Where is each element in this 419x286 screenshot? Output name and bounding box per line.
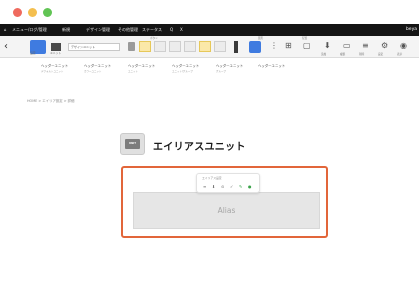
format-box-6[interactable] bbox=[214, 41, 226, 52]
app-window: ⌂ メニュー/ログ/管理 新規 デザイン管理 その他管理 ステータス Q X b… bbox=[0, 0, 419, 286]
alias-settings-popup[interactable]: エイリアス設定 ≡ ⬇ ⊙ ✓ ✎ ● bbox=[196, 173, 260, 193]
alias-label: Alias bbox=[217, 206, 236, 215]
popup-check-icon[interactable]: ✓ bbox=[230, 183, 233, 191]
format-box-4[interactable] bbox=[184, 41, 196, 52]
menu-item-status[interactable]: ステータス bbox=[142, 24, 162, 36]
menu-item-new[interactable]: 新規 bbox=[62, 24, 70, 36]
divider-tool-icon[interactable] bbox=[234, 41, 238, 53]
ribbon-group-label-shapes: 図形 bbox=[258, 37, 264, 40]
menu-search-icon[interactable]: Q bbox=[170, 24, 173, 36]
unit-tab-label: ヘッダーユニット bbox=[41, 64, 69, 68]
menu-item-other[interactable]: その他管理 bbox=[118, 24, 138, 36]
popup-edit-icon[interactable]: ✎ bbox=[239, 183, 242, 191]
unit-tab-sub: デフォルトユニット bbox=[41, 70, 64, 73]
menu-home-icon[interactable]: ⌂ bbox=[4, 24, 7, 36]
unit-title: エイリアスユニット bbox=[153, 142, 246, 153]
unit-tab-sub: グループ bbox=[216, 70, 226, 73]
format-box-2[interactable] bbox=[154, 41, 166, 52]
format-box-3[interactable] bbox=[169, 41, 181, 52]
popup-tool-row: ≡ ⬇ ⊙ ✓ ✎ ● bbox=[203, 183, 257, 191]
alias-block[interactable]: Alias bbox=[133, 192, 320, 229]
style-select[interactable]: デザインユニット bbox=[68, 43, 120, 51]
unit-tab-4[interactable]: ヘッダーユニット ユニット/グループ bbox=[172, 63, 199, 73]
unit-tab-sub: カラーユニット bbox=[84, 70, 102, 73]
frame-icon[interactable]: ▢ bbox=[303, 41, 311, 51]
unit-tab-5[interactable]: ヘッダーユニット グループ bbox=[216, 63, 243, 73]
unit-tab-1[interactable]: ヘッダーユニット デフォルトユニット bbox=[41, 63, 68, 73]
window-titlebar bbox=[0, 0, 419, 24]
unit-tab-2[interactable]: ヘッダーユニット カラーユニット bbox=[84, 63, 111, 73]
unit-icon-badge: UNIT bbox=[125, 139, 140, 149]
ribbon-caption-unit: ユニット bbox=[50, 51, 62, 55]
top-menubar: ⌂ メニュー/ログ/管理 新規 デザイン管理 その他管理 ステータス Q X b… bbox=[0, 24, 419, 36]
unit-tab-label: ヘッダーユニット bbox=[216, 64, 244, 68]
tool-label-delete: 削除 bbox=[359, 53, 365, 56]
ribbon-group-label-buttons: ボタン bbox=[150, 37, 158, 40]
list-icon[interactable]: ⋮ bbox=[270, 41, 278, 51]
brand-logo: beya bbox=[405, 27, 417, 32]
menu-item-main[interactable]: メニュー/ログ/管理 bbox=[12, 24, 47, 36]
format-box-5[interactable] bbox=[199, 41, 211, 52]
download-icon[interactable]: ⬇ bbox=[324, 41, 331, 51]
text-tool-icon[interactable] bbox=[128, 42, 135, 51]
minimize-window-button[interactable] bbox=[28, 8, 37, 17]
columns-icon[interactable]: ⊞ bbox=[285, 41, 292, 51]
delete-icon[interactable]: ≡ bbox=[362, 41, 369, 51]
popup-title: エイリアス設定 bbox=[202, 176, 222, 180]
tool-label-view: 表示 bbox=[397, 53, 403, 56]
unit-tab-label: ヘッダーユニット bbox=[84, 64, 112, 68]
tool-label-add: 追加 bbox=[321, 53, 327, 56]
ribbon-toolbar: ‹ 設定 ユニット デザインユニット ボタン 図形 ⋮ ⊞ 配置 ▢ ⬇ ▭ ≡… bbox=[0, 36, 419, 58]
back-arrow-icon[interactable]: ‹ bbox=[4, 41, 12, 53]
ribbon-group-label-layout: 配置 bbox=[302, 37, 308, 40]
unit-tab-sub: ユニット bbox=[128, 70, 139, 73]
view-icon[interactable]: ◉ bbox=[400, 41, 407, 51]
layout-tool-active[interactable] bbox=[249, 41, 261, 53]
popup-menu-icon[interactable]: ≡ bbox=[203, 183, 206, 191]
settings-icon[interactable]: ⚙ bbox=[381, 41, 388, 51]
menu-item-design[interactable]: デザイン管理 bbox=[86, 24, 110, 36]
unit-icon: UNIT bbox=[120, 133, 145, 155]
menu-close-icon[interactable]: X bbox=[180, 24, 183, 36]
unit-tab-label: ヘッダーユニット bbox=[128, 64, 156, 68]
maximize-window-button[interactable] bbox=[43, 8, 52, 17]
editor-canvas: HOME > エイリア設定 > 詳細 UNIT エイリアスユニット Alias … bbox=[0, 78, 419, 286]
grid-tool-button[interactable] bbox=[51, 43, 61, 51]
unit-tab-label: ヘッダーユニット bbox=[172, 64, 200, 68]
popup-target-icon[interactable]: ⊙ bbox=[221, 183, 224, 191]
unit-tabs: ヘッダーユニット デフォルトユニット ヘッダーユニット カラーユニット ヘッダー… bbox=[0, 58, 419, 78]
tool-label-duplicate: 複製 bbox=[340, 53, 346, 56]
popup-move-icon[interactable]: ⬇ bbox=[212, 183, 215, 191]
unit-tab-3[interactable]: ヘッダーユニット ユニット bbox=[128, 63, 155, 73]
unit-tab-6[interactable]: ヘッダーユニット bbox=[258, 63, 285, 69]
ribbon-caption-settings: 設定 bbox=[30, 51, 36, 55]
format-box-1[interactable] bbox=[139, 41, 151, 52]
popup-status-icon[interactable]: ● bbox=[248, 183, 252, 191]
close-window-button[interactable] bbox=[13, 8, 22, 17]
copy-icon[interactable]: ▭ bbox=[343, 41, 351, 51]
tool-label-settings: 設定 bbox=[378, 53, 384, 56]
unit-tab-label: ヘッダーユニット bbox=[258, 64, 286, 68]
breadcrumb[interactable]: HOME > エイリア設定 > 詳細 bbox=[27, 98, 74, 103]
unit-tab-sub: ユニット/グループ bbox=[172, 70, 193, 73]
